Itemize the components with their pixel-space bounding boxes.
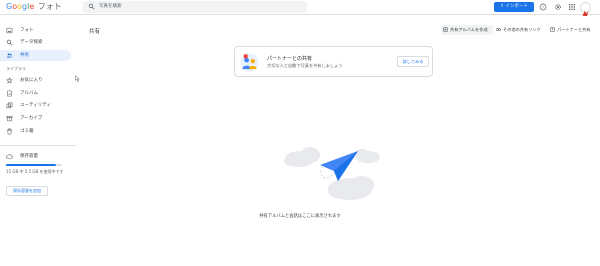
sidebar-item-label: 共有 (20, 53, 29, 58)
storage-label: 保存容量 (20, 154, 38, 159)
sidebar: フォト データ探索 共有 ライブラリ お気に入り アルバム ユーティリティ アー… (0, 16, 76, 266)
cloud-icon (328, 176, 374, 200)
partner-sharing-illustration (240, 53, 259, 72)
mouse-cursor-icon (75, 75, 80, 82)
empty-state-message: 共有アルバムと会話はここに表示されます (259, 214, 341, 219)
cloud-icon (355, 149, 380, 163)
import-label: インポート (505, 4, 528, 9)
sidebar-item-label: お気に入り (20, 78, 43, 83)
search-icon (88, 3, 95, 10)
import-button[interactable]: ⇪ インポート (494, 2, 534, 12)
sidebar-item-archive[interactable]: アーカイブ (0, 113, 71, 124)
promo-subtitle: 大切な人と自動で写真を共有しましょう (267, 63, 343, 68)
action-label: その他の共有リンク (503, 27, 541, 32)
star-icon (6, 77, 13, 84)
sidebar-item-label: アーカイブ (20, 116, 43, 121)
storage-progress-bar (6, 164, 62, 166)
page-title: 共有 (89, 29, 101, 35)
storage-usage-text: 15 GB 中 5.5 GB を使用中です (6, 169, 64, 174)
action-label: 共有アルバムを作成 (450, 27, 488, 32)
album-icon (7, 90, 12, 97)
action-label: パートナーと共有 (557, 27, 591, 32)
cloud-icon (284, 147, 320, 167)
search-placeholder: 写真を検索 (99, 4, 122, 9)
trash-icon (7, 128, 12, 135)
svg-text:?: ? (542, 5, 544, 9)
add-album-icon (443, 27, 448, 32)
paper-plane-clouds-illustration (284, 147, 380, 200)
product-name: フォト (37, 2, 62, 11)
sidebar-item-explore[interactable]: データ探索 (0, 37, 71, 48)
sidebar-item-utilities[interactable]: ユーティリティ (0, 100, 71, 111)
other-share-links-button[interactable]: その他の共有リンク (496, 25, 549, 35)
search-input[interactable]: 写真を検索 (83, 1, 307, 13)
cloud-icon (6, 154, 13, 159)
photo-icon (6, 27, 13, 34)
search-icon (6, 39, 13, 46)
create-shared-album-button[interactable]: 共有アルバムを作成 (441, 25, 493, 35)
top-bar: Google フォト 写真を検索 ⇪ インポート ? (0, 0, 600, 17)
sidebar-item-label: フォト (20, 28, 34, 33)
try-it-button[interactable]: 試してみる (397, 56, 429, 67)
sidebar-item-photos[interactable]: フォト (0, 25, 71, 36)
apps-icon[interactable] (568, 3, 576, 11)
sidebar-item-label: ユーティリティ (20, 103, 51, 108)
sidebar-item-label: アルバム (20, 91, 38, 96)
partner-sharing-promo-card: パートナーとの共有 大切な人と自動で写真を共有しましょう 試してみる (234, 46, 433, 77)
upload-icon: ⇪ (500, 4, 504, 9)
utilities-icon (6, 102, 13, 109)
sidebar-item-storage[interactable]: 保存容量 (0, 151, 71, 162)
sidebar-item-label: ゴミ箱 (20, 129, 34, 134)
help-icon[interactable]: ? (539, 3, 547, 11)
sidebar-item-sharing[interactable]: 共有 (0, 50, 71, 61)
storage-progress-fill (6, 164, 57, 166)
people-icon (6, 53, 13, 58)
sidebar-item-albums[interactable]: アルバム (0, 88, 71, 99)
sidebar-item-favorites[interactable]: お気に入り (0, 75, 71, 86)
library-section-label: ライブラリ (6, 66, 26, 71)
link-icon (496, 28, 501, 31)
partner-icon (550, 27, 555, 32)
sidebar-divider (0, 145, 76, 146)
promo-title: パートナーとの共有 (267, 56, 312, 62)
share-with-partner-button[interactable]: パートナーと共有 (550, 25, 598, 35)
settings-icon[interactable] (554, 3, 562, 11)
google-photos-logo[interactable]: Google フォト (6, 2, 62, 12)
account-avatar[interactable] (580, 2, 591, 17)
sidebar-item-trash[interactable]: ゴミ箱 (0, 126, 71, 137)
archive-icon (6, 115, 13, 122)
avatar-logo-icon (582, 10, 589, 17)
sidebar-item-label: データ探索 (20, 40, 43, 45)
buy-storage-button[interactable]: 保存容量を追加 (6, 186, 48, 196)
